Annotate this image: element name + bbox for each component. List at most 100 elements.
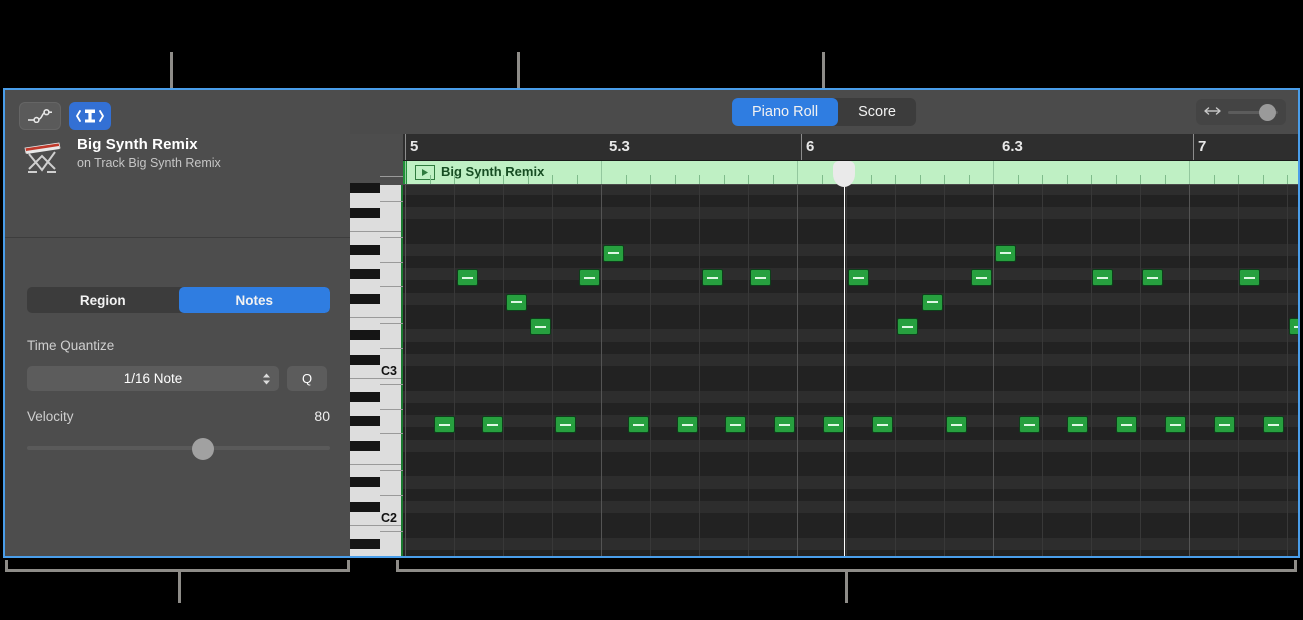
piano-key-separator	[380, 237, 403, 238]
piano-key-separator	[380, 384, 403, 385]
piano-key-separator	[350, 231, 401, 232]
segment-region[interactable]: Region	[27, 287, 179, 313]
note-velocity-bar	[462, 277, 473, 279]
inspector-header: Big Synth Remix on Track Big Synth Remix…	[5, 90, 350, 238]
note[interactable]	[750, 269, 771, 286]
play-icon[interactable]	[415, 165, 435, 180]
region-tick	[601, 161, 602, 184]
note-velocity-bar	[1268, 424, 1279, 426]
grid-bar-line	[797, 185, 798, 556]
note[interactable]	[1142, 269, 1163, 286]
segment-notes[interactable]: Notes	[179, 287, 331, 313]
note[interactable]	[995, 245, 1016, 262]
piano-black-key[interactable]	[350, 330, 380, 340]
note[interactable]	[872, 416, 893, 433]
note[interactable]	[971, 269, 992, 286]
grid-beat-line	[1042, 185, 1043, 556]
tab-piano-roll[interactable]: Piano Roll	[732, 98, 838, 126]
note[interactable]	[482, 416, 503, 433]
region-tick	[993, 161, 994, 184]
piano-key-separator	[380, 262, 403, 263]
note[interactable]	[579, 269, 600, 286]
note[interactable]	[1214, 416, 1235, 433]
piano-keyboard[interactable]: C3C2	[350, 185, 403, 556]
zoom-slider-track	[1228, 111, 1278, 114]
piano-key-separator	[380, 201, 403, 202]
velocity-slider-track	[27, 446, 330, 450]
note-velocity-bar	[535, 326, 546, 328]
velocity-slider[interactable]	[27, 440, 330, 456]
horizontal-resize-icon	[1204, 103, 1221, 121]
grid-bar-line	[601, 185, 602, 556]
note[interactable]	[457, 269, 478, 286]
bar-ruler[interactable]: 55.366.37	[403, 134, 1298, 161]
note[interactable]	[1165, 416, 1186, 433]
grid-row	[403, 293, 1298, 305]
piano-key-separator	[350, 464, 401, 465]
note[interactable]	[1019, 416, 1040, 433]
grid-beat-line	[944, 185, 945, 556]
note[interactable]	[1116, 416, 1137, 433]
note[interactable]	[1263, 416, 1284, 433]
note-grid[interactable]	[403, 185, 1298, 556]
note[interactable]	[1067, 416, 1088, 433]
piano-black-key[interactable]	[350, 392, 380, 402]
note[interactable]	[677, 416, 698, 433]
quantize-apply-button[interactable]: Q	[287, 366, 327, 391]
tab-score[interactable]: Score	[838, 98, 916, 126]
note[interactable]	[702, 269, 723, 286]
piano-black-key[interactable]	[350, 539, 380, 549]
piano-black-key[interactable]	[350, 183, 380, 193]
note-velocity-bar	[1147, 277, 1158, 279]
zoom-slider[interactable]	[1196, 99, 1286, 125]
time-quantize-label: Time Quantize	[27, 338, 114, 353]
automation-curve-tool-button[interactable]	[19, 102, 61, 130]
time-quantize-row: 1/16 Note Q	[27, 366, 327, 391]
velocity-slider-knob[interactable]	[192, 438, 214, 460]
grid-beat-line	[1091, 185, 1092, 556]
note[interactable]	[555, 416, 576, 433]
note[interactable]	[922, 294, 943, 311]
grid-row	[403, 195, 1298, 207]
ruler-bar-line	[405, 134, 406, 160]
piano-black-key[interactable]	[350, 269, 380, 279]
piano-black-key[interactable]	[350, 441, 380, 451]
note[interactable]	[1289, 318, 1298, 335]
note[interactable]	[603, 245, 624, 262]
note[interactable]	[1239, 269, 1260, 286]
note[interactable]	[848, 269, 869, 286]
note[interactable]	[725, 416, 746, 433]
piano-black-key[interactable]	[350, 245, 380, 255]
note[interactable]	[530, 318, 551, 335]
region-tick	[1287, 175, 1288, 184]
automation-curve-icon	[27, 109, 53, 123]
ruler-label-7: 7	[1198, 138, 1206, 155]
piano-black-key[interactable]	[350, 294, 380, 304]
note[interactable]	[628, 416, 649, 433]
piano-black-key[interactable]	[350, 355, 380, 365]
note[interactable]	[774, 416, 795, 433]
note[interactable]	[823, 416, 844, 433]
note[interactable]	[946, 416, 967, 433]
quantize-tool-button[interactable]	[69, 102, 111, 130]
playhead-handle[interactable]	[833, 161, 855, 187]
piano-black-key[interactable]	[350, 477, 380, 487]
note[interactable]	[434, 416, 455, 433]
time-quantize-select[interactable]: 1/16 Note	[27, 366, 279, 391]
note[interactable]	[897, 318, 918, 335]
region-tick	[895, 175, 896, 184]
piano-black-key[interactable]	[350, 416, 380, 426]
region-tick	[577, 175, 578, 184]
region-notes-segmented-control[interactable]: Region Notes	[27, 287, 330, 313]
piano-black-key[interactable]	[350, 502, 380, 512]
grid-beat-line	[699, 185, 700, 556]
piano-key-separator	[350, 525, 401, 526]
piano-black-key[interactable]	[350, 208, 380, 218]
zoom-slider-knob[interactable]	[1259, 104, 1276, 121]
piano-key-separator	[380, 495, 403, 496]
note[interactable]	[506, 294, 527, 311]
callout-line-1	[170, 52, 173, 88]
note[interactable]	[1092, 269, 1113, 286]
view-tab-group[interactable]: Piano Roll Score	[732, 98, 916, 126]
grid-row	[403, 342, 1298, 354]
